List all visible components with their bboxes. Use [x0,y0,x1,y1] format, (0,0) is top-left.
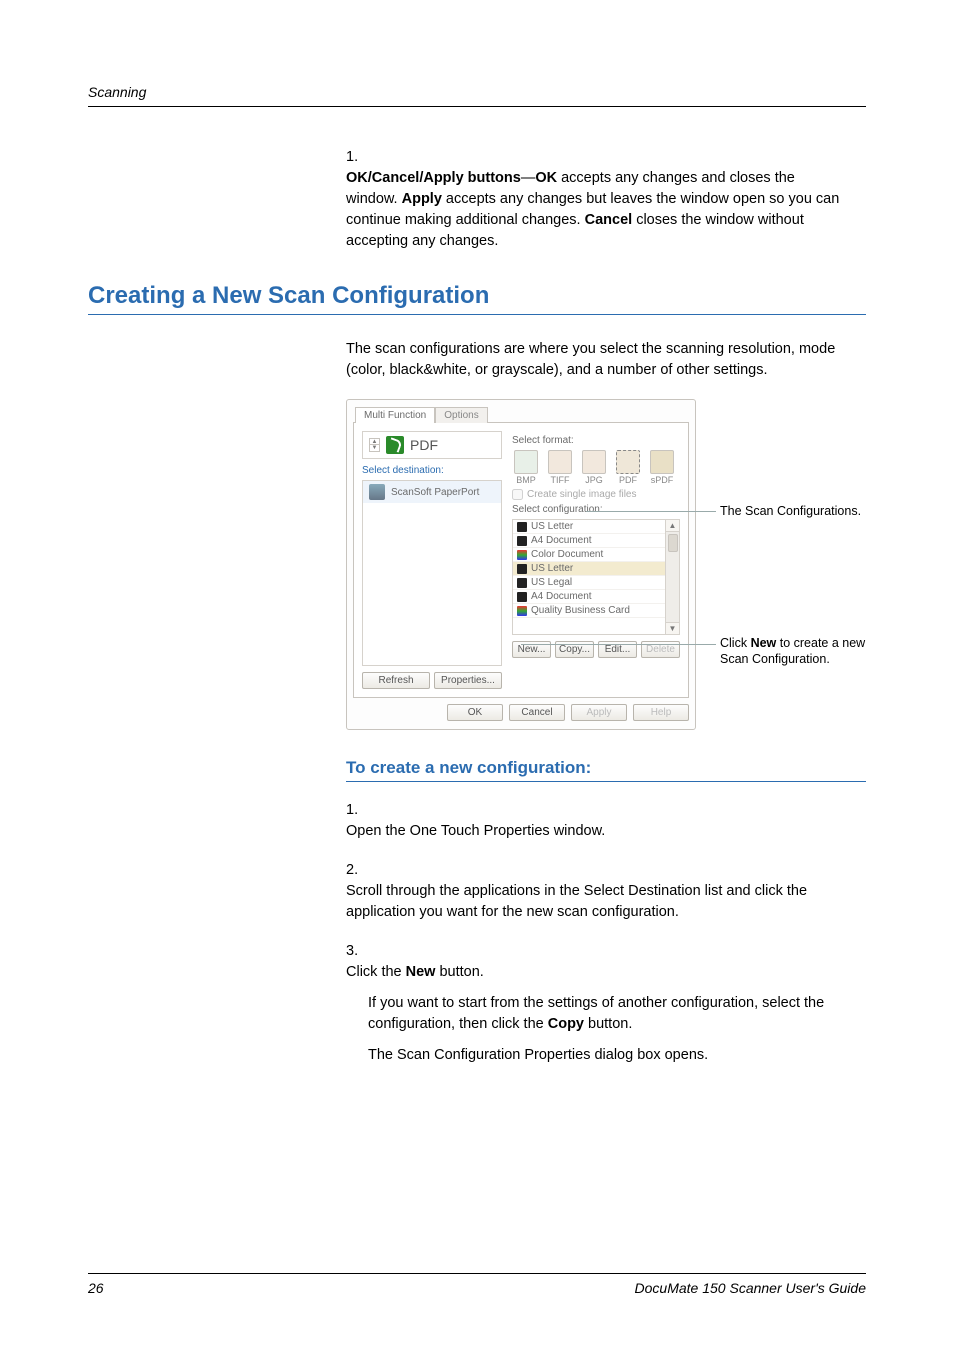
bmp-icon[interactable] [514,450,538,474]
footer-title: DocuMate 150 Scanner User's Guide [635,1280,866,1296]
pdf-label: PDF [410,437,438,453]
page-icon [517,578,527,588]
destination-item-label: ScanSoft PaperPort [391,487,479,498]
tiff-icon[interactable] [548,450,572,474]
apply-button[interactable]: Apply [571,704,627,721]
properties-button[interactable]: Properties... [434,672,502,689]
scroll-down-icon[interactable]: ▼ [666,622,679,634]
format-row: BMP TIFF JPG PDF sPDF [512,450,680,485]
select-configuration-label: Select configuration: [512,504,680,515]
tab-options[interactable]: Options [435,407,487,423]
select-destination-label: Select destination: [362,465,502,476]
page-icon [517,564,527,574]
screenshot: Multi FunctionOptions ▲▼ PDF Select dest… [346,399,898,730]
destination-list[interactable]: ScanSoft PaperPort [362,480,502,666]
step-item: 1. Open the One Touch Properties window. [346,800,866,842]
item-number: 1. [346,147,368,168]
callout-line [586,511,716,512]
intro-paragraph: The scan configurations are where you se… [346,339,866,381]
bold-ok: OK [535,170,557,186]
step-item: 2. Scroll through the applications in th… [346,860,866,923]
configuration-list[interactable]: US Letter A4 Document Color Document US … [512,519,680,635]
help-button[interactable]: Help [633,704,689,721]
select-format-label: Select format: [512,435,680,446]
cancel-button[interactable]: Cancel [509,704,565,721]
ok-button[interactable]: OK [447,704,503,721]
subsection-heading: To create a new configuration: [346,758,866,782]
scrollbar[interactable]: ▲ ▼ [665,520,679,634]
pdf-selector[interactable]: ▲▼ PDF [362,431,502,459]
scroll-up-icon[interactable]: ▲ [666,520,679,532]
bold-cancel: Cancel [585,212,633,228]
dialog-window: Multi FunctionOptions ▲▼ PDF Select dest… [346,399,696,730]
tab-multi-function[interactable]: Multi Function [355,407,435,423]
sep: — [521,170,536,186]
create-single-checkbox[interactable]: Create single image files [512,489,680,500]
running-header: Scanning [88,84,146,100]
page-number: 26 [88,1280,104,1296]
section-heading: Creating a New Scan Configuration [88,282,866,315]
pdf-icon [386,436,404,454]
refresh-button[interactable]: Refresh [362,672,430,689]
page-icon [517,592,527,602]
destination-item[interactable]: ScanSoft PaperPort [363,481,501,503]
bold-label: OK/Cancel/Apply buttons [346,170,521,186]
step-item: 3. Click the New button. If you want to … [346,941,866,1066]
callout-text: Click New to create a new Scan Configura… [720,635,890,668]
scroll-thumb[interactable] [668,534,678,552]
page-icon [517,536,527,546]
app-icon [369,484,385,500]
spinner[interactable]: ▲▼ [369,438,380,452]
list-item: 1. OK/Cancel/Apply buttons—OK accepts an… [346,147,866,252]
spdf-icon[interactable] [650,450,674,474]
page-icon [517,606,527,616]
jpg-icon[interactable] [582,450,606,474]
callout-text: The Scan Configurations. [720,503,890,519]
pdf-format-icon[interactable] [616,450,640,474]
page-icon [517,522,527,532]
page-icon [517,550,527,560]
callout-line [521,644,716,645]
bold-apply: Apply [402,191,442,207]
